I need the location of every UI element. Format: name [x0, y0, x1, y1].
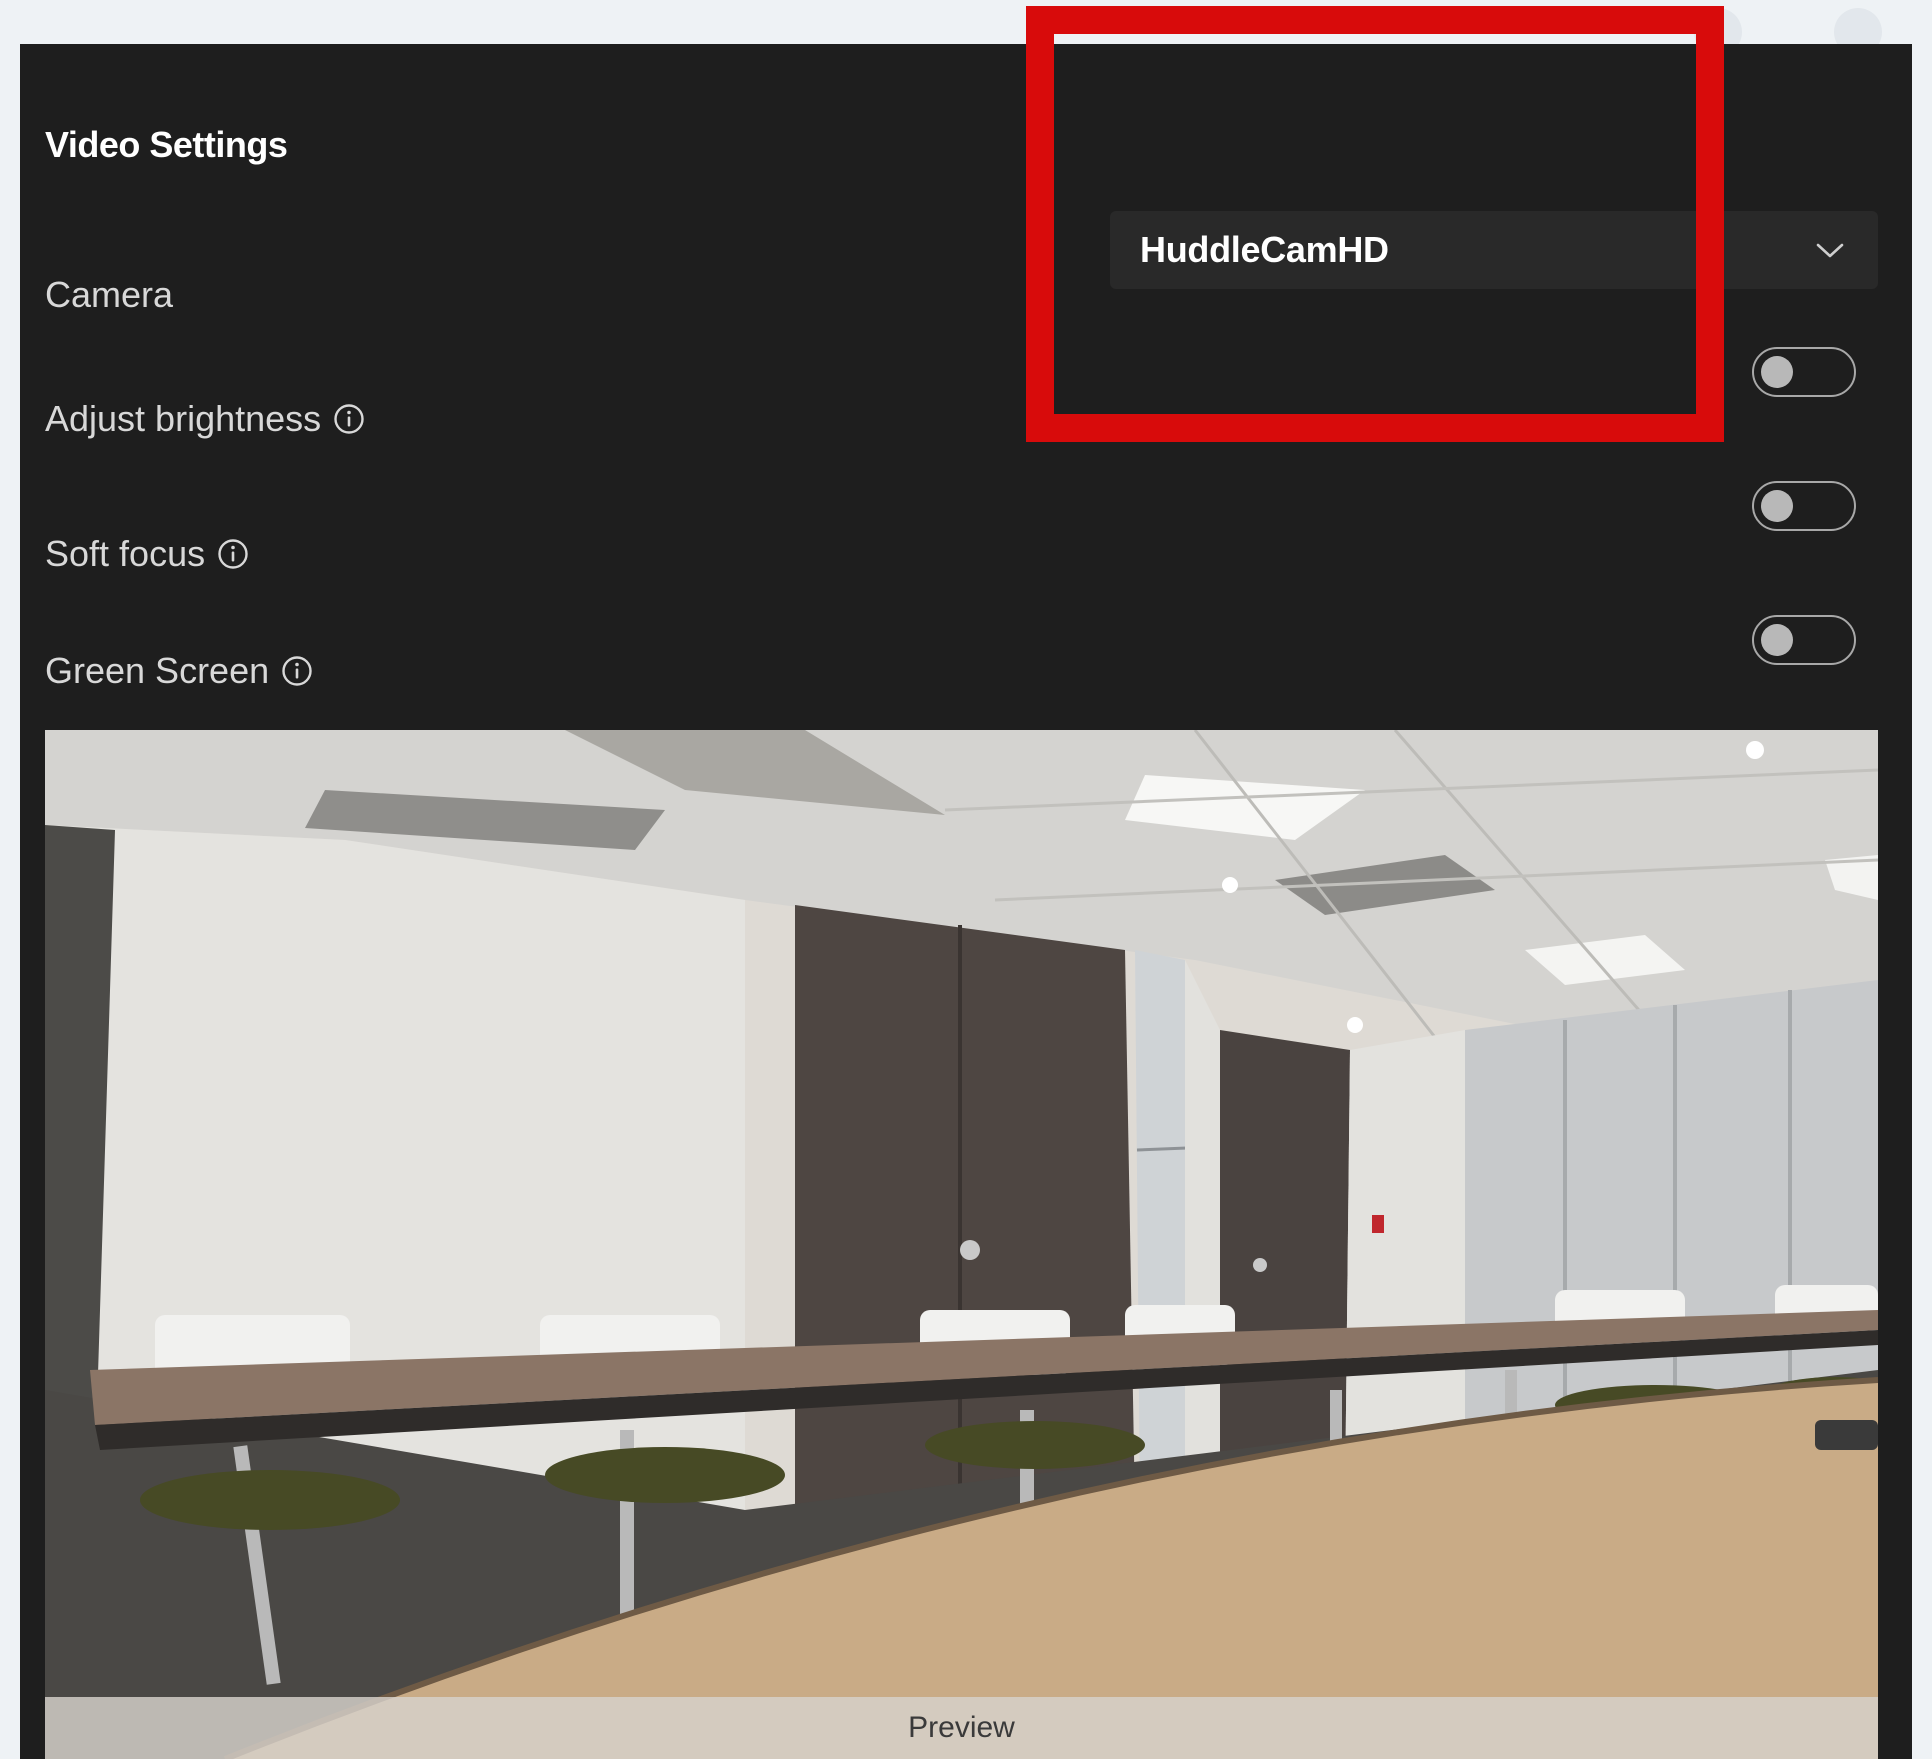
camera-select[interactable]: HuddleCamHD: [1110, 211, 1878, 289]
toggle-knob: [1761, 356, 1793, 388]
camera-label-row: Camera: [45, 249, 173, 341]
conference-room-image: [45, 730, 1878, 1759]
brightness-label-row: Adjust brightness: [45, 373, 365, 465]
green-screen-label-row: Green Screen: [45, 625, 313, 717]
video-settings-panel: Video Settings Camera HuddleCamHD Adjust…: [20, 44, 1912, 1759]
info-icon[interactable]: [281, 655, 313, 687]
camera-label: Camera: [45, 274, 174, 315]
brightness-toggle[interactable]: [1752, 347, 1856, 397]
chevron-down-icon: [1812, 232, 1848, 268]
soft-focus-label-row: Soft focus: [45, 508, 249, 600]
toggle-knob: [1761, 624, 1793, 656]
green-screen-label: Green Screen: [45, 650, 270, 691]
green-screen-toggle[interactable]: [1752, 615, 1856, 665]
info-icon[interactable]: [333, 403, 365, 435]
preview-caption-bar: Preview: [45, 1697, 1878, 1759]
preview-label: Preview: [908, 1711, 1015, 1744]
camera-preview: Preview: [45, 730, 1878, 1759]
info-icon[interactable]: [217, 538, 249, 570]
toggle-knob: [1761, 490, 1793, 522]
brightness-label: Adjust brightness: [45, 398, 322, 439]
page-title: Video Settings: [45, 124, 288, 165]
soft-focus-label: Soft focus: [45, 533, 206, 574]
soft-focus-toggle[interactable]: [1752, 481, 1856, 531]
camera-select-value: HuddleCamHD: [1140, 229, 1389, 270]
